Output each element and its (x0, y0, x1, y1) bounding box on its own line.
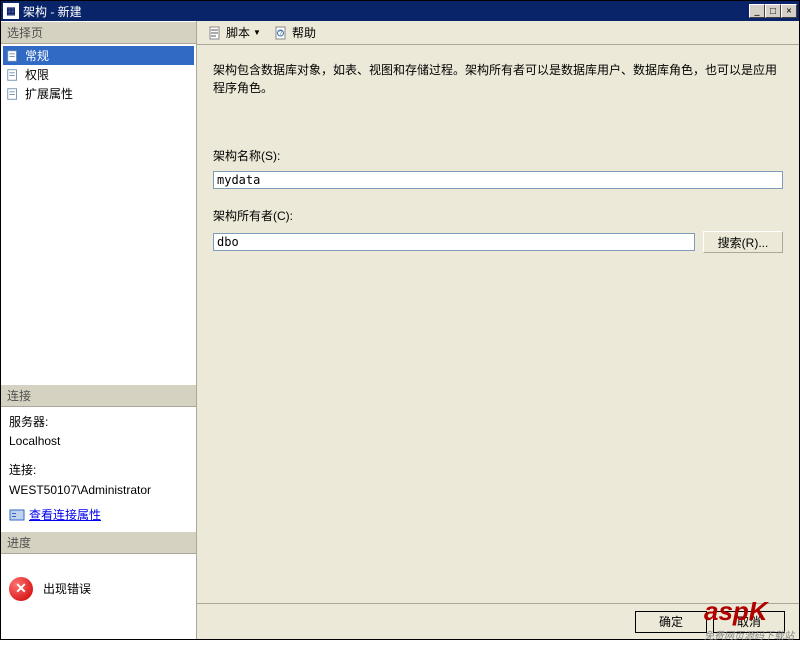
minimize-button[interactable]: _ (749, 4, 765, 18)
help-button[interactable]: ? 帮助 (269, 23, 320, 42)
progress-header: 进度 (1, 531, 196, 554)
sidebar-item-label: 扩展属性 (25, 85, 73, 102)
sidebar-item-general[interactable]: 常规 (3, 46, 194, 65)
description-text: 架构包含数据库对象，如表、视图和存储过程。架构所有者可以是数据库用户、数据库角色… (213, 61, 783, 97)
page-icon (5, 86, 21, 102)
schema-owner-input[interactable] (213, 233, 695, 251)
select-page-header: 选择页 (1, 21, 196, 44)
connection-value: WEST50107\Administrator (9, 481, 188, 500)
connection-label: 连接: (9, 461, 188, 480)
view-connection-properties[interactable]: 查看连接属性 (9, 506, 188, 525)
ok-button[interactable]: 确定 (635, 611, 707, 633)
error-icon: ✕ (9, 577, 33, 601)
window-icon: ▦ (3, 3, 19, 19)
cancel-button[interactable]: 取消 (713, 611, 785, 633)
properties-icon (9, 507, 25, 523)
script-icon (207, 25, 223, 41)
connection-header: 连接 (1, 384, 196, 407)
sidebar-item-label: 权限 (25, 66, 49, 83)
dropdown-arrow-icon: ▼ (253, 28, 261, 37)
sidebar-item-extended[interactable]: 扩展属性 (3, 84, 194, 103)
sidebar: 选择页 常规 权限 扩展属性 连接 服务器: Localhost (1, 21, 197, 639)
maximize-button[interactable]: □ (765, 4, 781, 18)
dialog-window: ▦ 架构 - 新建 _ □ × 选择页 常规 权限 扩展属性 (0, 0, 800, 640)
help-icon: ? (273, 25, 289, 41)
sidebar-item-permissions[interactable]: 权限 (3, 65, 194, 84)
script-label: 脚本 (226, 24, 250, 41)
content-area: 架构包含数据库对象，如表、视图和存储过程。架构所有者可以是数据库用户、数据库角色… (197, 45, 799, 603)
server-label: 服务器: (9, 413, 188, 432)
page-icon (5, 48, 21, 64)
page-list: 常规 权限 扩展属性 (1, 44, 196, 384)
page-icon (5, 67, 21, 83)
view-connection-link[interactable]: 查看连接属性 (29, 506, 101, 525)
script-button[interactable]: 脚本 ▼ (203, 23, 265, 42)
progress-section: ✕ 出现错误 (1, 554, 196, 624)
help-label: 帮助 (292, 24, 316, 41)
dialog-footer: 确定 取消 (197, 603, 799, 639)
main-panel: 脚本 ▼ ? 帮助 架构包含数据库对象，如表、视图和存储过程。架构所有者可以是数… (197, 21, 799, 639)
close-button[interactable]: × (781, 4, 797, 18)
connection-info: 服务器: Localhost 连接: WEST50107\Administrat… (1, 407, 196, 531)
sidebar-item-label: 常规 (25, 47, 49, 64)
schema-owner-label: 架构所有者(C): (213, 207, 783, 224)
schema-name-label: 架构名称(S): (213, 147, 783, 164)
search-button[interactable]: 搜索(R)... (703, 231, 783, 253)
toolbar: 脚本 ▼ ? 帮助 (197, 21, 799, 45)
schema-name-input[interactable] (213, 171, 783, 189)
titlebar[interactable]: ▦ 架构 - 新建 _ □ × (1, 1, 799, 21)
server-value: Localhost (9, 432, 188, 451)
error-text: 出现错误 (43, 580, 91, 597)
window-title: 架构 - 新建 (23, 3, 749, 20)
